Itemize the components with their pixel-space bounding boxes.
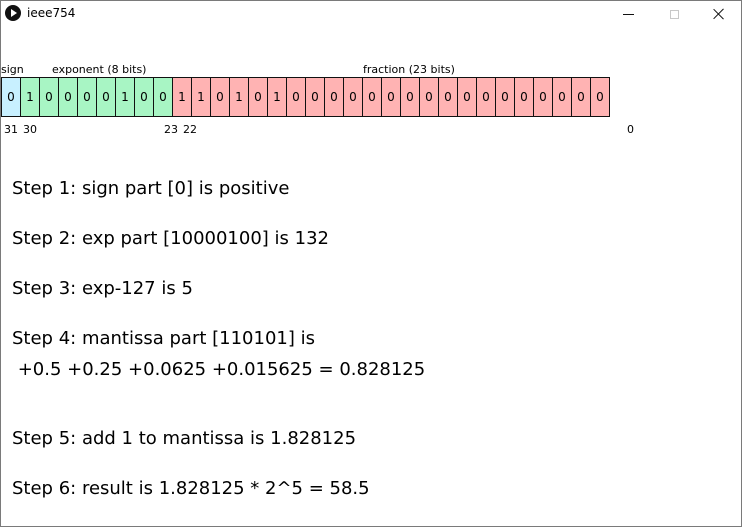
play-circle-icon [5, 5, 21, 21]
bit-index-0: 0 [627, 123, 634, 136]
fraction-bit: 1 [172, 77, 192, 117]
fraction-bit: 0 [305, 77, 325, 117]
fraction-bit: 0 [438, 77, 458, 117]
fraction-bit: 1 [267, 77, 287, 117]
fraction-bit: 0 [419, 77, 439, 117]
bit-index-23: 23 [164, 123, 178, 136]
exponent-bit: 0 [96, 77, 116, 117]
fraction-bit: 0 [457, 77, 477, 117]
step-4-detail-text: +0.5 +0.25 +0.0625 +0.015625 = 0.828125 [12, 359, 426, 380]
minimize-icon [622, 13, 634, 15]
close-button[interactable] [696, 1, 742, 27]
fraction-bit: 0 [324, 77, 344, 117]
exponent-bit: 0 [153, 77, 173, 117]
fraction-bit: 0 [514, 77, 534, 117]
bit-index-31: 31 [4, 123, 18, 136]
exponent-bit: 0 [58, 77, 78, 117]
fraction-bit: 1 [229, 77, 249, 117]
exponent-bit: 0 [77, 77, 97, 117]
title-bar[interactable]: ieee754 [1, 1, 741, 27]
fraction-bit: 0 [590, 77, 610, 117]
step-6-text: Step 6: result is 1.828125 * 2^5 = 58.5 [12, 478, 370, 499]
minimize-button[interactable] [605, 1, 651, 27]
close-icon [713, 8, 725, 20]
bit-index-30: 30 [23, 123, 37, 136]
sign-label: sign [1, 63, 24, 76]
fraction-bit: 0 [286, 77, 306, 117]
fraction-bit: 0 [210, 77, 230, 117]
bit-index-22: 22 [183, 123, 197, 136]
fraction-bit: 0 [362, 77, 382, 117]
fraction-bit: 1 [191, 77, 211, 117]
fraction-bit: 0 [381, 77, 401, 117]
fraction-bit: 0 [533, 77, 553, 117]
exponent-bit: 1 [20, 77, 40, 117]
fraction-bit: 0 [495, 77, 515, 117]
fraction-bit: 0 [476, 77, 496, 117]
exponent-bit: 0 [134, 77, 154, 117]
fraction-bit: 0 [248, 77, 268, 117]
app-window: ieee754 sign exponent (8 bits) fraction … [0, 0, 742, 527]
sign-bit: 0 [1, 77, 21, 117]
fraction-label: fraction (23 bits) [363, 63, 455, 76]
step-3-text: Step 3: exp-127 is 5 [12, 278, 193, 299]
step-4-text: Step 4: mantissa part [110101] is [12, 328, 315, 349]
step-2-text: Step 2: exp part [10000100] is 132 [12, 228, 329, 249]
fraction-bit: 0 [571, 77, 591, 117]
exponent-bit: 0 [39, 77, 59, 117]
bit-field-row: 01000010011010100000000000000000 [1, 77, 610, 117]
window-title: ieee754 [27, 6, 76, 20]
maximize-icon [669, 9, 679, 19]
exponent-label: exponent (8 bits) [52, 63, 147, 76]
fraction-bit: 0 [343, 77, 363, 117]
step-5-text: Step 5: add 1 to mantissa is 1.828125 [12, 428, 357, 449]
fraction-bit: 0 [400, 77, 420, 117]
maximize-button[interactable] [651, 1, 697, 27]
exponent-bit: 1 [115, 77, 135, 117]
step-1-text: Step 1: sign part [0] is positive [12, 178, 290, 199]
fraction-bit: 0 [552, 77, 572, 117]
